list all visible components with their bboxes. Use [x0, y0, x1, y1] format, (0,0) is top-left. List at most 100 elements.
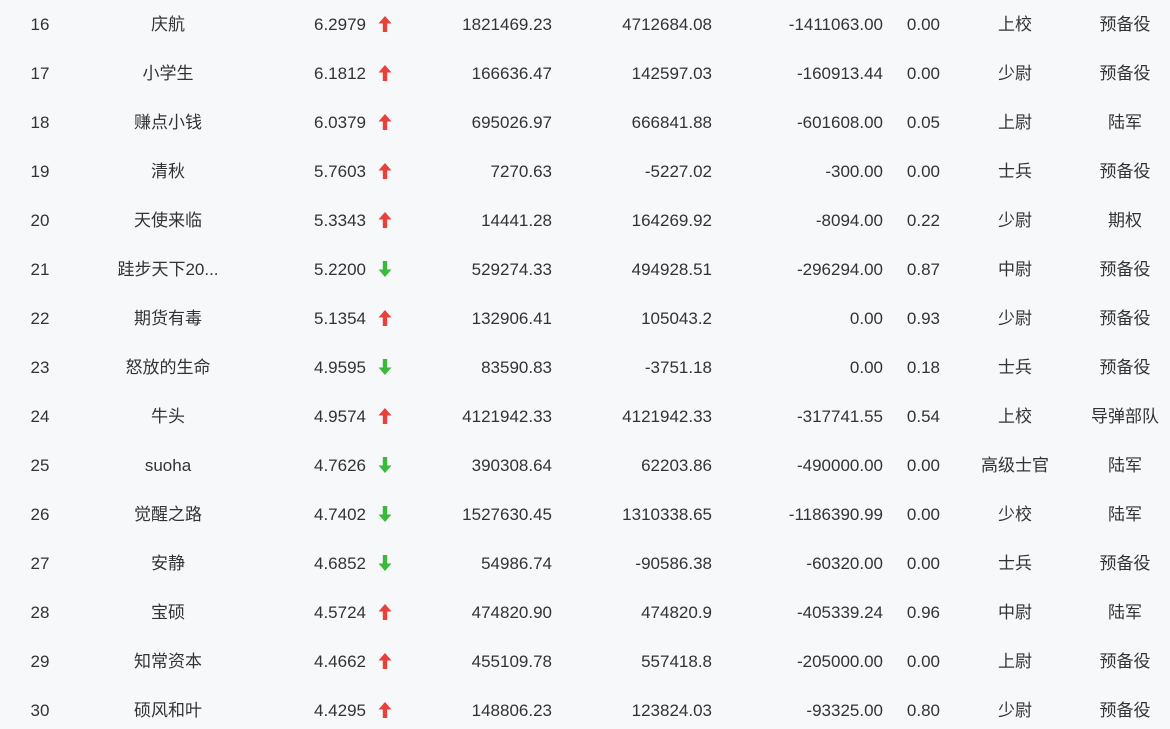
military-rank-cell: 士兵 — [998, 553, 1032, 573]
trend-cell — [374, 490, 396, 539]
trend-cell — [374, 686, 396, 729]
ratio-cell: 0.00 — [906, 14, 940, 34]
table-row: 26 觉醒之路 4.7402 1527630.45 1310338.65 -1186390… — [0, 490, 1170, 539]
unit-cell: 预备役 — [1099, 259, 1151, 279]
score-cell: 4.7402 — [314, 504, 366, 524]
value-3-cell: -205000.00 — [796, 651, 883, 671]
score-cell: 5.2200 — [314, 259, 366, 279]
value-3-cell: -8094.00 — [815, 210, 883, 230]
score-cell: 5.7603 — [314, 161, 366, 181]
value-3-cell: 0.00 — [849, 308, 883, 328]
trend-cell — [374, 294, 396, 343]
value-3-cell: -296294.00 — [796, 259, 883, 279]
military-rank-cell: 士兵 — [998, 161, 1032, 181]
value-2-cell: 142597.03 — [631, 63, 712, 83]
arrow-up-icon — [378, 309, 392, 326]
value-1-cell: 474820.90 — [471, 602, 552, 622]
military-rank-cell: 上尉 — [998, 112, 1032, 132]
score-cell: 4.6852 — [314, 553, 366, 573]
rank-cell: 17 — [30, 63, 50, 83]
trend-cell — [374, 343, 396, 392]
trend-cell — [374, 49, 396, 98]
rank-cell: 23 — [30, 357, 50, 377]
arrow-up-icon — [378, 64, 392, 81]
score-cell: 5.1354 — [314, 308, 366, 328]
score-cell: 4.5724 — [314, 602, 366, 622]
score-cell: 6.0379 — [314, 112, 366, 132]
ratio-cell: 0.00 — [906, 63, 940, 83]
trader-name[interactable]: 牛头 — [98, 392, 238, 441]
ratio-cell: 0.80 — [906, 700, 940, 720]
value-2-cell: 494928.51 — [631, 259, 712, 279]
value-2-cell: 62203.86 — [641, 455, 712, 475]
trader-name[interactable]: 期货有毒 — [98, 294, 238, 343]
arrow-down-icon — [378, 456, 392, 473]
table-row: 23 怒放的生命 4.9595 83590.83 -3751.18 0.00 0.18 士兵 预… — [0, 343, 1170, 392]
value-2-cell: 123824.03 — [631, 700, 712, 720]
value-2-cell: 4121942.33 — [622, 406, 712, 426]
trader-name[interactable]: 硕风和叶 — [98, 686, 238, 729]
trader-name[interactable]: 赚点小钱 — [98, 98, 238, 147]
rank-cell: 20 — [30, 210, 50, 230]
trader-name[interactable]: 觉醒之路 — [98, 490, 238, 539]
unit-cell: 陆军 — [1108, 455, 1142, 475]
military-rank-cell: 少尉 — [998, 700, 1032, 720]
trader-name[interactable]: 庆航 — [98, 0, 238, 49]
trader-name[interactable]: 清秋 — [98, 147, 238, 196]
trader-name[interactable]: 知常资本 — [98, 637, 238, 686]
military-rank-cell: 高级士官 — [981, 455, 1049, 475]
value-2-cell: 4712684.08 — [622, 14, 712, 34]
unit-cell: 预备役 — [1099, 357, 1151, 377]
trend-cell — [374, 392, 396, 441]
rank-cell: 24 — [30, 406, 50, 426]
value-3-cell: -405339.24 — [796, 602, 883, 622]
arrow-down-icon — [378, 260, 392, 277]
value-1-cell: 1821469.23 — [462, 14, 552, 34]
trader-name[interactable]: 跬步天下20... — [98, 245, 238, 294]
table-row: 22 期货有毒 5.1354 132906.41 105043.2 0.00 0.93 少尉 预… — [0, 294, 1170, 343]
value-1-cell: 7270.63 — [490, 161, 552, 181]
military-rank-cell: 少尉 — [998, 63, 1032, 83]
trader-name[interactable]: 怒放的生命 — [98, 343, 238, 392]
score-cell: 4.7626 — [314, 455, 366, 475]
value-1-cell: 455109.78 — [471, 651, 552, 671]
trader-name[interactable]: 安静 — [98, 539, 238, 588]
table-row: 28 宝硕 4.5724 474820.90 474820.9 -405339.24 0.9… — [0, 588, 1170, 637]
value-2-cell: 474820.9 — [641, 602, 712, 622]
table-row: 18 赚点小钱 6.0379 695026.97 666841.88 -601608.00… — [0, 98, 1170, 147]
value-1-cell: 54986.74 — [481, 553, 552, 573]
ratio-cell: 0.00 — [906, 504, 940, 524]
military-rank-cell: 少尉 — [998, 308, 1032, 328]
rank-cell: 19 — [30, 161, 50, 181]
value-1-cell: 148806.23 — [471, 700, 552, 720]
ratio-cell: 0.00 — [906, 161, 940, 181]
unit-cell: 预备役 — [1099, 161, 1151, 181]
arrow-up-icon — [378, 652, 392, 669]
military-rank-cell: 上尉 — [998, 651, 1032, 671]
military-rank-cell: 上校 — [998, 14, 1032, 34]
trader-name[interactable]: 宝硕 — [98, 588, 238, 637]
trader-name[interactable]: 天使来临 — [98, 196, 238, 245]
value-3-cell: -300.00 — [825, 161, 883, 181]
value-3-cell: -601608.00 — [796, 112, 883, 132]
military-rank-cell: 士兵 — [998, 357, 1032, 377]
military-rank-cell: 中尉 — [998, 259, 1032, 279]
arrow-down-icon — [378, 505, 392, 522]
value-1-cell: 695026.97 — [471, 112, 552, 132]
unit-cell: 预备役 — [1099, 14, 1151, 34]
rank-cell: 22 — [30, 308, 50, 328]
value-1-cell: 166636.47 — [471, 63, 552, 83]
score-cell: 6.1812 — [314, 63, 366, 83]
value-1-cell: 83590.83 — [481, 357, 552, 377]
trader-name[interactable]: suoha — [98, 441, 238, 490]
trend-cell — [374, 245, 396, 294]
value-2-cell: 105043.2 — [641, 308, 712, 328]
trader-name[interactable]: 小学生 — [98, 49, 238, 98]
score-cell: 4.4662 — [314, 651, 366, 671]
table-row: 19 清秋 5.7603 7270.63 -5227.02 -300.00 0.00 士兵 预备… — [0, 147, 1170, 196]
unit-cell: 陆军 — [1108, 602, 1142, 622]
rank-cell: 28 — [30, 602, 50, 622]
score-cell: 4.4295 — [314, 700, 366, 720]
arrow-up-icon — [378, 701, 392, 718]
value-1-cell: 14441.28 — [481, 210, 552, 230]
